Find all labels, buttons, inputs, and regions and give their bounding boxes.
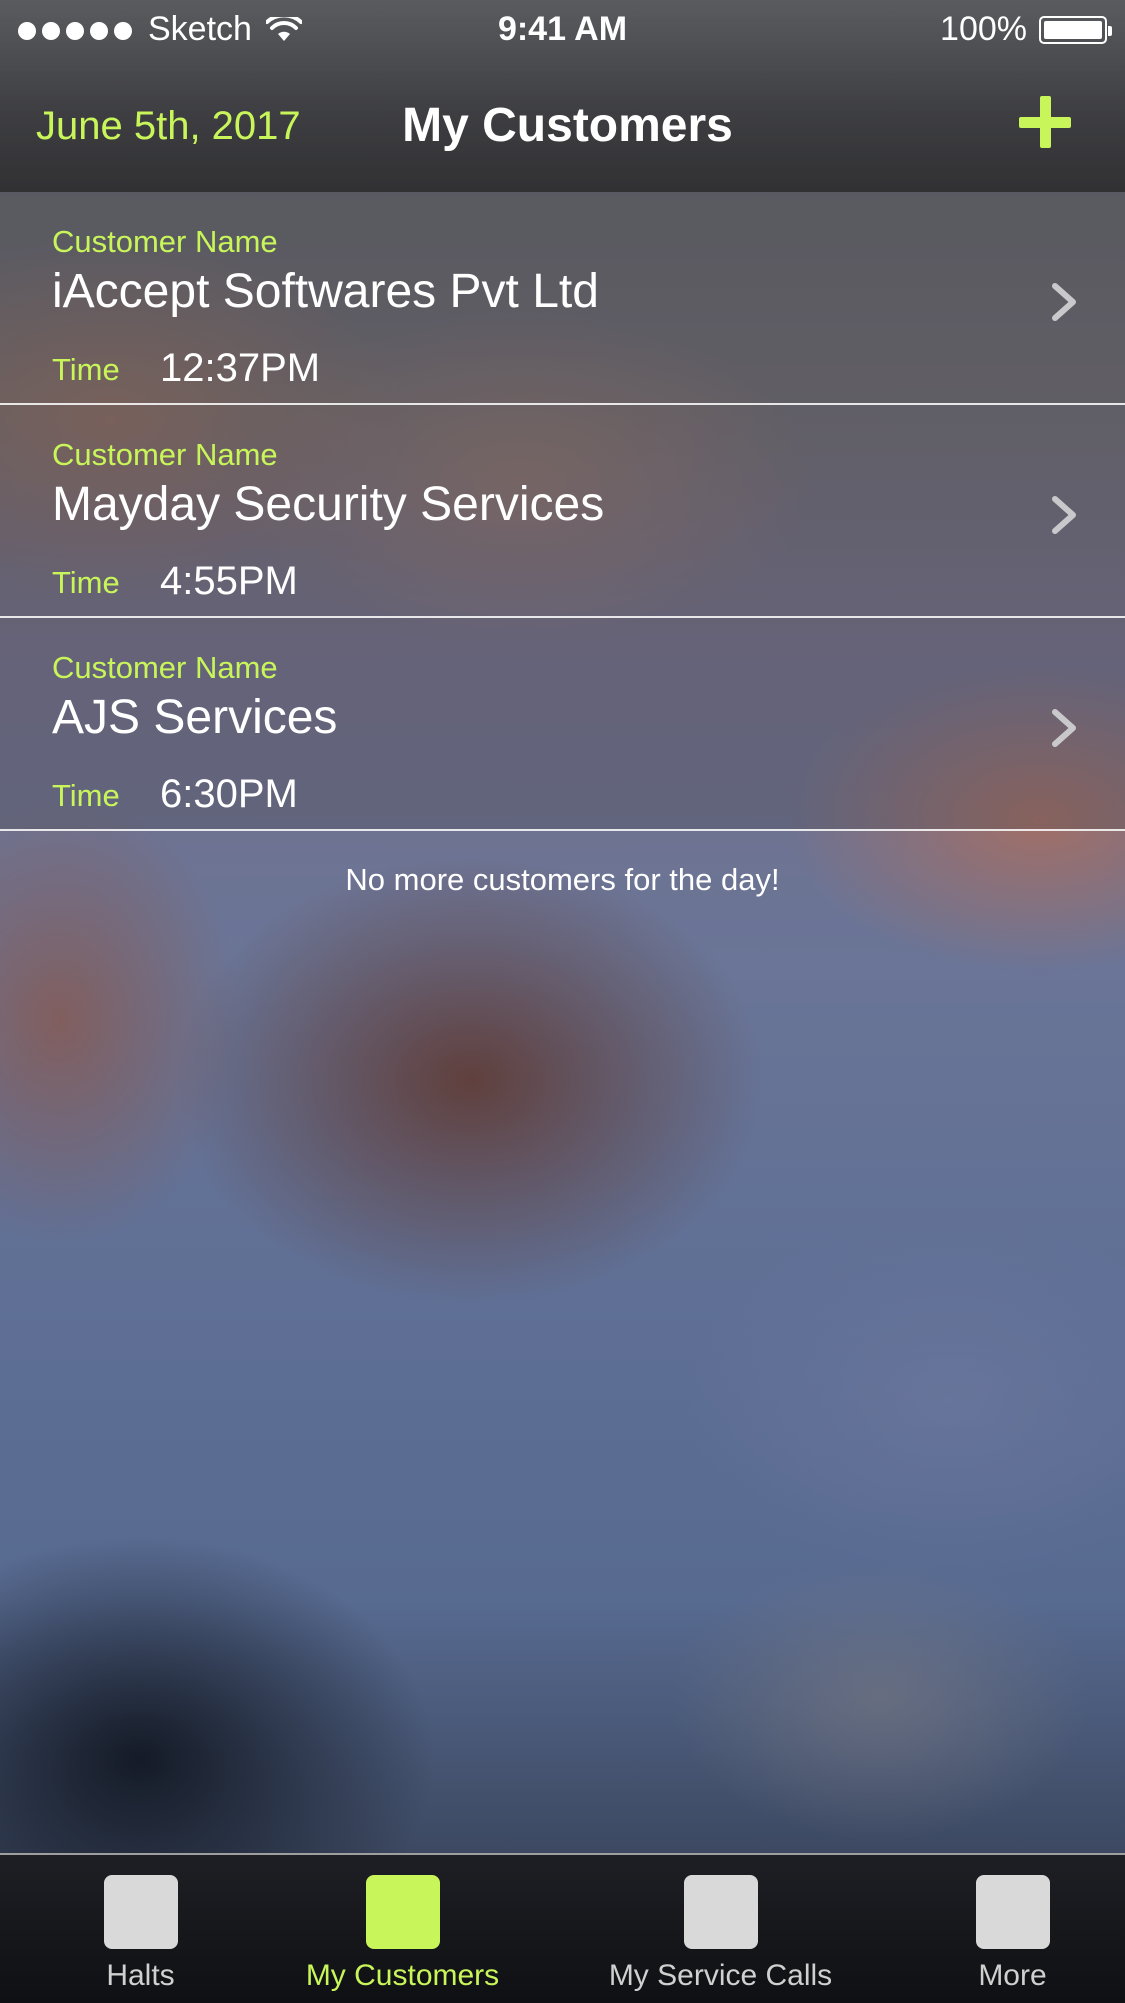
battery-icon	[1039, 15, 1112, 44]
time-label: Time	[52, 352, 120, 387]
tab-label: Halts	[106, 1959, 175, 1992]
customer-name: iAccept Softwares Pvt Ltd	[52, 265, 599, 318]
time-value: 12:37PM	[160, 346, 321, 390]
time-value: 6:30PM	[160, 772, 298, 816]
chevron-right-icon	[1045, 706, 1085, 750]
plus-icon[interactable]	[1017, 94, 1073, 150]
tab-more[interactable]: More	[872, 1855, 1125, 2003]
customer-name-label: Customer Name	[52, 224, 278, 259]
tab-my-customers[interactable]: My Customers	[262, 1855, 543, 2003]
my-customers-tab-icon	[365, 1875, 440, 1949]
my-service-calls-tab-icon	[683, 1875, 758, 1949]
customer-list: Customer Name iAccept Softwares Pvt Ltd …	[0, 192, 1125, 831]
customer-name: AJS Services	[52, 691, 338, 744]
battery-percent: 100%	[940, 10, 1027, 48]
chevron-right-icon	[1045, 280, 1085, 324]
chevron-right-icon	[1045, 493, 1085, 537]
more-tab-icon	[975, 1875, 1050, 1949]
tab-label: My Service Calls	[608, 1959, 833, 1992]
tab-bar: Halts My Customers My Service Calls More	[0, 1853, 1125, 2003]
customer-name: Mayday Security Services	[52, 478, 605, 531]
page-title: My Customers	[402, 99, 733, 152]
customer-row[interactable]: Customer Name Mayday Security Services T…	[0, 405, 1125, 618]
tab-my-service-calls[interactable]: My Service Calls	[580, 1855, 861, 2003]
empty-list-message: No more customers for the day!	[345, 862, 780, 897]
status-bar: Sketch 9:41 AM 100%	[0, 0, 1125, 60]
time-label: Time	[52, 565, 120, 600]
customer-row[interactable]: Customer Name iAccept Softwares Pvt Ltd …	[0, 192, 1125, 405]
customer-name-label: Customer Name	[52, 437, 278, 472]
tab-label: More	[978, 1959, 1047, 1992]
time-value: 4:55PM	[160, 559, 298, 603]
halts-tab-icon	[103, 1875, 178, 1949]
time-label: Time	[52, 778, 120, 813]
tab-label: My Customers	[305, 1959, 500, 1992]
customer-row[interactable]: Customer Name AJS Services Time 6:30PM	[0, 618, 1125, 831]
customer-name-label: Customer Name	[52, 650, 278, 685]
tab-halts[interactable]: Halts	[0, 1855, 281, 2003]
